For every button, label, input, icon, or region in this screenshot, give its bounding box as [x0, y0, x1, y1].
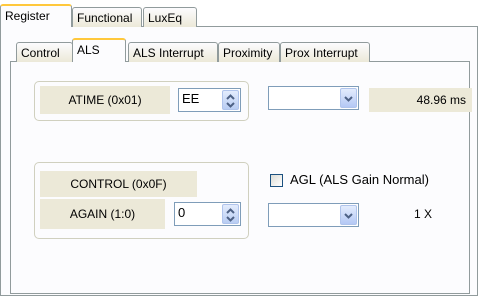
agl-checkbox[interactable] — [270, 174, 283, 187]
control-label: CONTROL (0x0F) — [40, 171, 197, 197]
tab-als-interrupt-label: ALS Interrupt — [133, 46, 204, 60]
tab-register[interactable]: Register — [0, 4, 72, 27]
agl-label[interactable]: AGL (ALS Gain Normal) — [290, 172, 429, 187]
tab-als-interrupt[interactable]: ALS Interrupt — [128, 42, 218, 62]
again-value: 0 — [178, 205, 186, 220]
tab-luxeq-label: LuxEq — [148, 11, 183, 25]
tab-control-label: Control — [21, 46, 60, 60]
tab-prox-interrupt-label: Prox Interrupt — [285, 46, 358, 60]
again-combo[interactable] — [268, 203, 359, 227]
chevron-down-icon[interactable] — [340, 205, 357, 225]
spin-arrows-icon[interactable] — [222, 90, 239, 110]
tab-proximity[interactable]: Proximity — [218, 42, 280, 62]
tab-prox-interrupt[interactable]: Prox Interrupt — [280, 42, 370, 62]
tab-functional-label: Functional — [77, 11, 133, 25]
atime-readout: 48.96 ms — [369, 88, 472, 112]
chevron-down-icon[interactable] — [340, 88, 357, 108]
tab-als[interactable]: ALS — [72, 38, 126, 62]
tab-luxeq[interactable]: LuxEq — [143, 7, 197, 27]
atime-value: EE — [182, 91, 200, 106]
atime-label: ATIME (0x01) — [40, 86, 170, 114]
again-spinner[interactable]: 0 — [174, 202, 241, 226]
atime-combo[interactable] — [268, 86, 359, 110]
again-label: AGAIN (1:0) — [40, 199, 165, 229]
gain-readout: 1 X — [414, 207, 433, 221]
tab-control[interactable]: Control — [16, 42, 73, 62]
tab-als-label: ALS — [77, 43, 100, 57]
tab-register-label: Register — [5, 9, 50, 23]
tab-functional[interactable]: Functional — [72, 7, 142, 27]
tab-proximity-label: Proximity — [223, 46, 273, 60]
spin-arrows-icon[interactable] — [222, 204, 239, 224]
atime-spinner[interactable]: EE — [178, 88, 241, 112]
